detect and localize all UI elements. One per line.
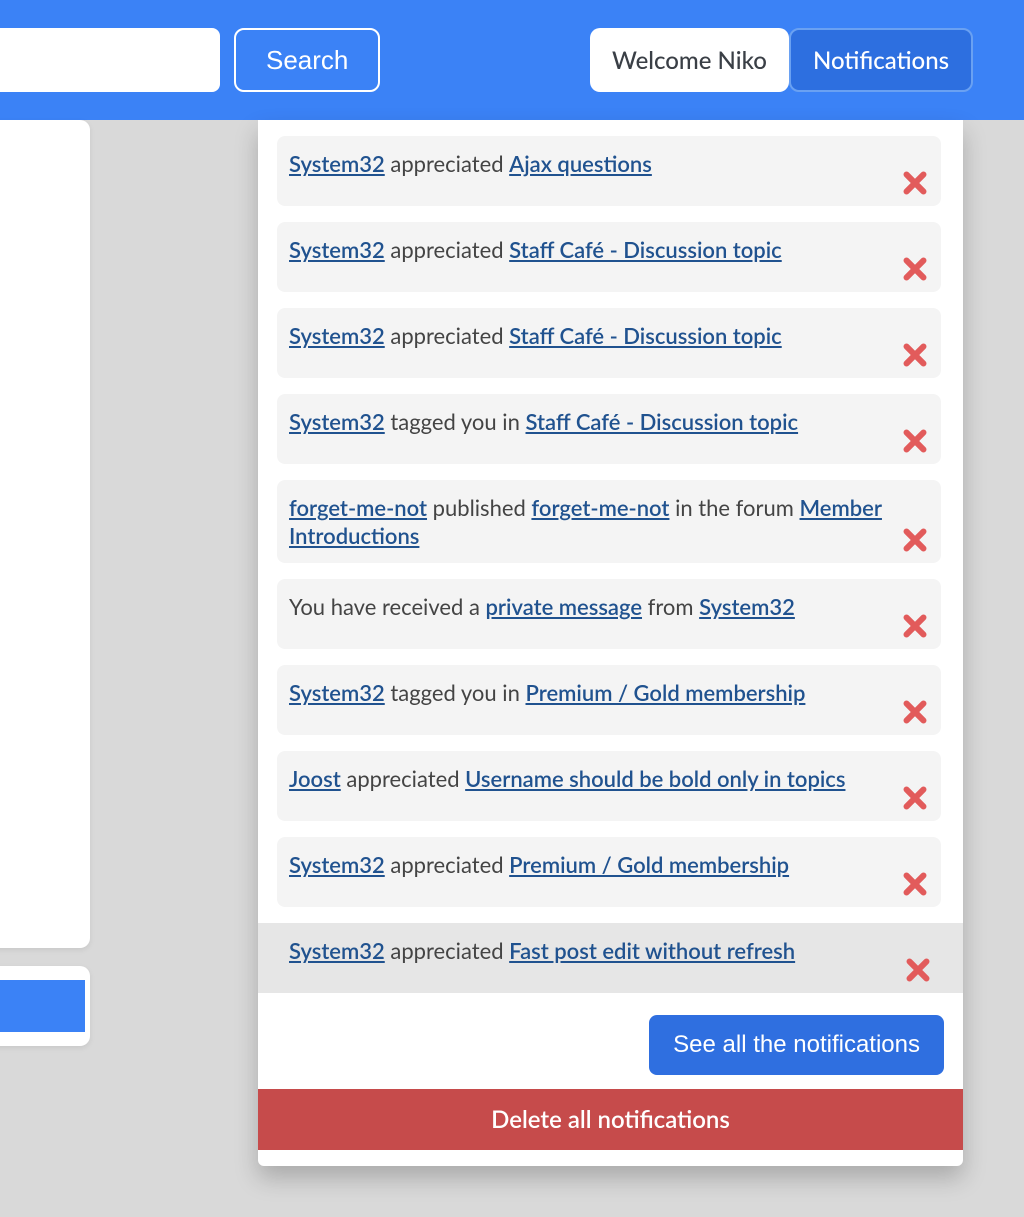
notification-row[interactable]: System32 tagged you in Premium / Gold me… — [277, 665, 941, 735]
page-root: Search Welcome Niko Notifications System… — [0, 0, 1024, 1217]
topbar: Search Welcome Niko Notifications — [0, 0, 1024, 120]
target-link[interactable]: Ajax questions — [509, 150, 652, 177]
actor-link[interactable]: System32 — [289, 937, 385, 964]
notification-text: published — [427, 494, 531, 521]
search-button[interactable]: Search — [234, 28, 380, 92]
actor-link[interactable]: System32 — [699, 593, 795, 620]
notification-text: appreciated — [385, 150, 509, 177]
delete-all-notifications-button[interactable]: Delete all notifications — [258, 1089, 963, 1150]
notification-text: in the forum — [669, 494, 799, 521]
close-icon[interactable] — [901, 342, 927, 368]
close-icon[interactable] — [904, 957, 930, 983]
target-link[interactable]: forget-me-not — [531, 494, 669, 521]
notifications-panel: System32 appreciated Ajax questions Syst… — [258, 120, 963, 1166]
close-icon[interactable] — [901, 527, 927, 553]
target-link[interactable]: Fast post edit without refresh — [509, 937, 795, 964]
target-link[interactable]: Premium / Gold membership — [526, 679, 806, 706]
notifications-button[interactable]: Notifications — [789, 28, 973, 92]
notification-row[interactable]: forget-me-not published forget-me-not in… — [277, 480, 941, 563]
notification-text: appreciated — [385, 851, 509, 878]
notification-row[interactable]: Joost appreciated Username should be bol… — [277, 751, 941, 821]
notification-row[interactable]: System32 appreciated Ajax questions — [277, 136, 941, 206]
sidebar-card — [0, 120, 90, 948]
actor-link[interactable]: System32 — [289, 408, 385, 435]
sidebar-card — [0, 966, 90, 1046]
notification-text: appreciated — [385, 322, 509, 349]
close-icon[interactable] — [901, 256, 927, 282]
target-link[interactable]: Staff Café - Discussion topic — [509, 236, 782, 263]
notification-text: appreciated — [385, 236, 509, 263]
close-icon[interactable] — [901, 699, 927, 725]
actor-link[interactable]: System32 — [289, 851, 385, 878]
actor-link[interactable]: System32 — [289, 679, 385, 706]
close-icon[interactable] — [901, 613, 927, 639]
notification-row[interactable]: You have received a private message from… — [277, 579, 941, 649]
close-icon[interactable] — [901, 785, 927, 811]
close-icon[interactable] — [901, 170, 927, 196]
notification-text: tagged you in — [385, 408, 526, 435]
actor-link[interactable]: System32 — [289, 150, 385, 177]
notification-text: appreciated — [385, 937, 509, 964]
close-icon[interactable] — [901, 428, 927, 454]
notification-text: You have received a — [289, 593, 486, 620]
notification-text: appreciated — [341, 765, 465, 792]
actor-link[interactable]: System32 — [289, 322, 385, 349]
see-all-notifications-button[interactable]: See all the notifications — [649, 1015, 944, 1075]
notification-row[interactable]: System32 appreciated Staff Café - Discus… — [277, 308, 941, 378]
notification-row[interactable]: System32 appreciated Fast post edit with… — [258, 923, 963, 993]
target-link[interactable]: private message — [486, 593, 643, 620]
notification-text: from — [642, 593, 699, 620]
notification-row[interactable]: System32 appreciated Staff Café - Discus… — [277, 222, 941, 292]
close-icon[interactable] — [901, 871, 927, 897]
target-link[interactable]: Staff Café - Discussion topic — [509, 322, 782, 349]
actor-link[interactable]: System32 — [289, 236, 385, 263]
notification-row[interactable]: System32 appreciated Premium / Gold memb… — [277, 837, 941, 907]
notification-row[interactable]: System32 tagged you in Staff Café - Disc… — [277, 394, 941, 464]
target-link[interactable]: Premium / Gold membership — [509, 851, 789, 878]
search-input[interactable] — [0, 28, 220, 92]
notification-text: tagged you in — [385, 679, 526, 706]
actor-link[interactable]: forget-me-not — [289, 494, 427, 521]
target-link[interactable]: Username should be bold only in topics — [465, 765, 845, 792]
welcome-user-chip[interactable]: Welcome Niko — [590, 28, 789, 92]
actor-link[interactable]: Joost — [289, 765, 341, 792]
panel-footer: See all the notifications — [277, 1009, 944, 1075]
target-link[interactable]: Staff Café - Discussion topic — [526, 408, 799, 435]
